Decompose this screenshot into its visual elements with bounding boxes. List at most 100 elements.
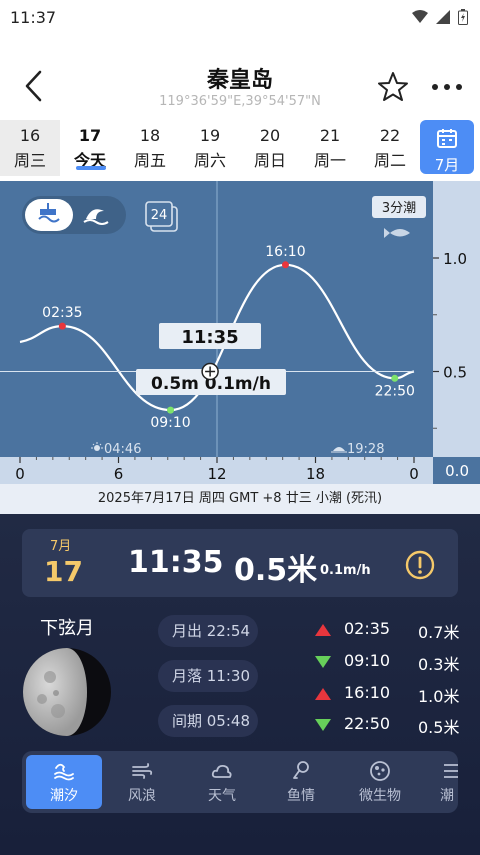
x-tick-label: 0 [15, 465, 25, 483]
signal-icon [412, 10, 428, 23]
date-item-18[interactable]: 18 周五 [120, 120, 180, 176]
alert-icon [405, 550, 435, 580]
current-time: 11:35 [128, 545, 224, 580]
fish-hook-icon [293, 761, 309, 779]
tide-row: 09:10 0.3米 [312, 649, 472, 675]
date-weekday: 周二 [373, 151, 406, 170]
tab-wind[interactable]: 风浪 [104, 755, 180, 809]
moon-phase-label: 下弦月 [40, 618, 94, 639]
date-item-22[interactable]: 22 周二 [360, 120, 420, 176]
tide-height: 1.0米 [418, 687, 460, 706]
status-time: 11:37 [10, 7, 57, 27]
current-height: 0.5米 [234, 553, 318, 588]
more-button[interactable] [430, 74, 464, 100]
alert-button[interactable] [404, 549, 436, 581]
favorite-button[interactable] [376, 70, 410, 104]
low-tide-point [167, 406, 175, 414]
interval-pill: 间期 05:48 [158, 705, 258, 737]
tide-time: 02:35 [344, 619, 391, 638]
tide-height: 0.7米 [418, 623, 460, 642]
date-day: 20 [259, 126, 281, 145]
cellular-icon [436, 10, 450, 24]
current-tide-card: 7月 17 11:35 0.5米 0.1m/h [22, 529, 458, 597]
y-tick-label: 0.5 [443, 364, 467, 382]
low-tide-icon [315, 719, 331, 731]
tab-label: 微生物 [359, 788, 401, 804]
high-tide-icon [315, 624, 331, 636]
status-icons [412, 9, 468, 25]
date-weekday: 周一 [313, 151, 346, 170]
tide-row: 22:50 0.5米 [312, 712, 472, 738]
sunrise-time: 04:46 [104, 442, 141, 457]
date-weekday: 周五 [133, 151, 166, 170]
tab-microbe[interactable]: 微生物 [342, 755, 418, 809]
microbe-icon [370, 761, 390, 781]
sunset-time: 19:28 [347, 442, 384, 457]
tab-label: 天气 [208, 788, 236, 804]
tab-label: 鱼情 [287, 788, 315, 804]
moon-icon [22, 647, 112, 737]
x-tick-label: 12 [207, 465, 226, 483]
month-label: 7月 [434, 156, 460, 174]
tide-level-badge[interactable]: 3分潮 [372, 196, 426, 218]
date-day: 16 [19, 126, 41, 145]
list-icon [444, 764, 458, 778]
high-tide-point [58, 322, 66, 330]
extreme-time-label: 16:10 [265, 244, 305, 260]
y-tick-label: 0.0 [445, 462, 469, 480]
date-item-21[interactable]: 21 周一 [300, 120, 360, 176]
date-item-19[interactable]: 19 周六 [180, 120, 240, 176]
star-icon [378, 72, 408, 101]
date-day: 21 [319, 126, 341, 145]
date-day: 19 [199, 126, 221, 145]
tab-fish[interactable]: 鱼情 [263, 755, 339, 809]
date-weekday: 周三 [13, 151, 46, 170]
date-weekday: 周六 [193, 151, 226, 170]
moonrise-pill: 月出 22:54 [158, 615, 258, 647]
tab-tide[interactable]: 潮汐 [26, 755, 102, 809]
tide-height: 0.3米 [418, 655, 460, 674]
wind-icon [132, 763, 153, 779]
tide-time: 09:10 [344, 651, 391, 670]
today-indicator [76, 166, 106, 170]
date-item-16[interactable]: 16 周三 [0, 120, 60, 176]
tide-chart[interactable]: 0 6 12 18 0 1.0 0.5 0.0 02:35 09:10 16:10 22:50 24 [0, 181, 480, 484]
tide-chart-svg: 0 6 12 18 0 1.0 0.5 0.0 02:35 09:10 16:10 22:50 24 [0, 181, 480, 484]
tide-height: 0.5米 [418, 718, 460, 737]
bottom-tabbar: 潮汐 风浪 天气 鱼情 微生物 潮 [22, 751, 458, 813]
x-tick-label: 0 [409, 465, 419, 483]
tide-row: 16:10 1.0米 [312, 681, 472, 707]
low-tide-point [391, 374, 399, 382]
calendar-icon [437, 129, 457, 148]
tide-time: 22:50 [344, 714, 391, 733]
x-tick-label: 6 [114, 465, 124, 483]
date-strip: 16 周三 17 今天 18 周五 19 周六 20 周日 21 周一 22 周… [0, 120, 480, 176]
x-tick-label: 18 [306, 465, 325, 483]
date-day: 18 [139, 126, 161, 145]
current-rate: 0.1m/h [320, 563, 371, 578]
tide-row: 02:35 0.7米 [312, 617, 472, 643]
y-tick-label: 1.0 [443, 250, 467, 268]
high-tide-point [281, 261, 289, 269]
date-weekday: 周日 [253, 151, 286, 170]
high-tide-icon [315, 688, 331, 700]
date-item-20[interactable]: 20 周日 [240, 120, 300, 176]
tab-more[interactable]: 潮 [420, 755, 458, 809]
extreme-time-label: 22:50 [375, 383, 415, 399]
info-panel: 7月 17 11:35 0.5米 0.1m/h 下弦月 月出 22:54 月落 … [0, 514, 480, 855]
chart-mode-toggle[interactable] [22, 196, 126, 234]
tab-label: 潮汐 [50, 788, 78, 804]
cloud-icon [211, 764, 232, 778]
extreme-time-label: 02:35 [42, 305, 82, 321]
current-month: 7月 [50, 539, 72, 554]
moonset-pill: 月落 11:30 [158, 660, 258, 692]
extreme-time-label: 09:10 [150, 415, 190, 431]
cursor-time-label: 11:35 [181, 327, 238, 348]
month-calendar-button[interactable]: 7月 [420, 120, 474, 174]
tab-weather[interactable]: 天气 [184, 755, 260, 809]
tide-level-label: 3分潮 [382, 201, 416, 216]
date-day: 17 [78, 126, 102, 145]
tab-label: 风浪 [128, 788, 156, 804]
battery-icon [458, 9, 468, 25]
tide-icon [54, 763, 74, 781]
